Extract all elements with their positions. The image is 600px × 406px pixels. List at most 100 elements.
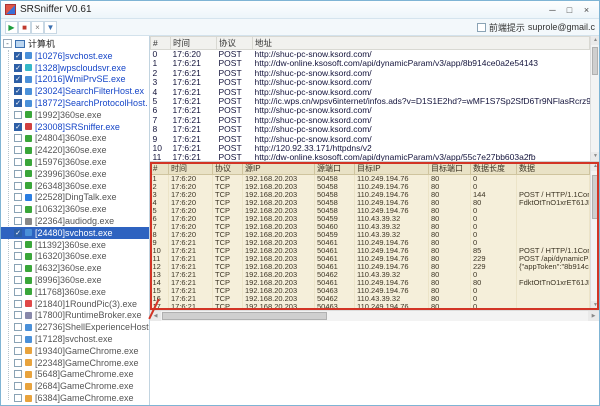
- hint-checkbox[interactable]: [477, 23, 486, 32]
- column-header[interactable]: 源端口: [315, 163, 355, 175]
- table-row[interactable]: 717:6:20TCP192.168.20.20350460110.43.39.…: [151, 223, 590, 231]
- process-checkbox[interactable]: [14, 276, 22, 284]
- table-row[interactable]: 1117:6:21TCP192.168.20.20350461110.249.1…: [151, 255, 590, 263]
- process-checkbox[interactable]: [14, 217, 22, 225]
- process-tree-item[interactable]: [6384]GameChrome.exe: [1, 392, 149, 404]
- process-checkbox[interactable]: [14, 252, 22, 260]
- process-checkbox[interactable]: [14, 335, 22, 343]
- process-checkbox[interactable]: [14, 347, 22, 355]
- table-row[interactable]: 917:6:21POSThttp://shuc-pc-snow.ksord.co…: [151, 135, 590, 144]
- column-header[interactable]: 目标IP: [355, 163, 429, 175]
- table-row[interactable]: 217:6:20TCP192.168.20.20350458110.249.19…: [151, 183, 590, 191]
- table-row[interactable]: 417:6:21POSThttp://shuc-pc-snow.ksord.co…: [151, 88, 590, 97]
- process-checkbox[interactable]: [14, 323, 22, 331]
- process-tree-item[interactable]: [8996]360se.exe: [1, 274, 149, 286]
- table-row[interactable]: 1717:6:21TCP192.168.20.20350463110.249.1…: [151, 303, 590, 310]
- scroll-down-icon[interactable]: ▼: [591, 152, 599, 161]
- tree-expander-icon[interactable]: -: [3, 39, 12, 48]
- column-header[interactable]: #: [151, 37, 171, 50]
- process-tree-item[interactable]: [2684]GameChrome.exe: [1, 380, 149, 392]
- process-tree-item[interactable]: ✓ [1328]wpscloudsvr.exe: [1, 62, 149, 74]
- tree-root[interactable]: - 计算机: [1, 37, 149, 50]
- process-tree-item[interactable]: [15976]360se.exe: [1, 156, 149, 168]
- table-row[interactable]: 917:6:21TCP192.168.20.20350461110.249.19…: [151, 239, 590, 247]
- process-tree-item[interactable]: [22348]GameChrome.exe: [1, 357, 149, 369]
- table-row[interactable]: 017:6:20POSThttp://shuc-pc-snow.ksord.co…: [151, 50, 590, 60]
- process-tree-item[interactable]: [22736]ShellExperienceHost: [1, 321, 149, 333]
- process-tree-item[interactable]: ✓ [24480]svchost.exe: [1, 227, 149, 239]
- process-tree-item[interactable]: [5648]GameChrome.exe: [1, 369, 149, 381]
- requests-scrollbar[interactable]: ▲ ▼: [590, 36, 599, 161]
- scroll-thumb[interactable]: [592, 175, 598, 219]
- process-checkbox[interactable]: [14, 134, 22, 142]
- column-header[interactable]: 数据长度: [471, 163, 517, 175]
- table-row[interactable]: 1517:6:21TCP192.168.20.20350463110.249.1…: [151, 287, 590, 295]
- process-checkbox[interactable]: [14, 241, 22, 249]
- process-tree-item[interactable]: ✓ [10276]svchost.exe: [1, 50, 149, 62]
- table-row[interactable]: 1617:6:21TCP192.168.20.20350462110.43.39…: [151, 295, 590, 303]
- table-row[interactable]: 317:6:21POSThttp://shuc-pc-snow.ksord.co…: [151, 78, 590, 87]
- stop-capture-icon[interactable]: ■: [18, 21, 31, 34]
- column-header[interactable]: #: [151, 163, 169, 175]
- process-checkbox[interactable]: [14, 382, 22, 390]
- clear-icon[interactable]: ×: [31, 21, 44, 34]
- scroll-down-icon[interactable]: ▼: [591, 301, 599, 310]
- process-tree-item[interactable]: [1992]360se.exe: [1, 109, 149, 121]
- table-row[interactable]: 417:6:20TCP192.168.20.20350458110.249.19…: [151, 199, 590, 207]
- packets-scrollbar[interactable]: ▲ ▼: [590, 162, 599, 310]
- process-checkbox[interactable]: [14, 300, 22, 308]
- minimize-button[interactable]: ─: [544, 5, 561, 15]
- scroll-right-icon[interactable]: ▶: [588, 311, 599, 321]
- process-checkbox[interactable]: ✓: [14, 123, 22, 131]
- table-row[interactable]: 517:6:21POSThttp://ic.wps.cn/wpsv6intern…: [151, 97, 590, 106]
- process-checkbox[interactable]: ✓: [14, 52, 22, 60]
- scroll-up-icon[interactable]: ▲: [591, 36, 599, 45]
- process-tree-item[interactable]: [22364]audiodg.exe: [1, 215, 149, 227]
- table-row[interactable]: 717:6:21POSThttp://shuc-pc-snow.ksord.co…: [151, 116, 590, 125]
- process-checkbox[interactable]: [14, 288, 22, 296]
- process-tree-item[interactable]: [17800]RuntimeBroker.exe: [1, 310, 149, 322]
- column-header[interactable]: 地址: [253, 37, 590, 50]
- table-row[interactable]: 117:6:21POSThttp://dw-online.ksosoft.com…: [151, 59, 590, 68]
- process-checkbox[interactable]: ✓: [14, 99, 22, 107]
- table-row[interactable]: 517:6:20TCP192.168.20.20350458110.249.19…: [151, 207, 590, 215]
- process-checkbox[interactable]: [14, 205, 22, 213]
- table-row[interactable]: 1017:6:21TCP192.168.20.20350461110.249.1…: [151, 247, 590, 255]
- table-row[interactable]: 617:6:20TCP192.168.20.20350459110.43.39.…: [151, 215, 590, 223]
- process-tree-item[interactable]: ✓ [18772]SearchProtocolHost.: [1, 97, 149, 109]
- process-checkbox[interactable]: [14, 311, 22, 319]
- column-header[interactable]: 源IP: [243, 163, 315, 175]
- maximize-button[interactable]: □: [561, 5, 578, 15]
- process-checkbox[interactable]: ✓: [14, 75, 22, 83]
- scroll-thumb[interactable]: [592, 47, 598, 75]
- horizontal-scrollbar[interactable]: ◀ ▶: [150, 310, 599, 321]
- process-tree-item[interactable]: [4632]360se.exe: [1, 262, 149, 274]
- save-icon[interactable]: ▼: [44, 21, 57, 34]
- start-capture-icon[interactable]: ▶: [5, 21, 18, 34]
- process-tree-item[interactable]: [23996]360se.exe: [1, 168, 149, 180]
- column-header[interactable]: 协议: [217, 37, 253, 50]
- process-checkbox[interactable]: [14, 359, 22, 367]
- process-checkbox[interactable]: [14, 111, 22, 119]
- process-tree-item[interactable]: [17128]svchost.exe: [1, 333, 149, 345]
- table-row[interactable]: 1117:6:21POSThttp://dw-online.ksosoft.co…: [151, 153, 590, 162]
- column-header[interactable]: 协议: [213, 163, 243, 175]
- process-tree-item[interactable]: [24804]360se.exe: [1, 133, 149, 145]
- table-row[interactable]: 317:6:20TCP192.168.20.20350458110.249.19…: [151, 191, 590, 199]
- process-tree-item[interactable]: ✓ [12016]WmiPrvSE.exe: [1, 74, 149, 86]
- process-tree-item[interactable]: [22528]DingTalk.exe: [1, 192, 149, 204]
- table-row[interactable]: 1317:6:21TCP192.168.20.20350462110.43.39…: [151, 271, 590, 279]
- process-tree-item[interactable]: [11392]360se.exe: [1, 239, 149, 251]
- table-row[interactable]: 1417:6:21TCP192.168.20.20350461110.249.1…: [151, 279, 590, 287]
- process-tree-item[interactable]: [19340]GameChrome.exe: [1, 345, 149, 357]
- column-header[interactable]: 时间: [171, 37, 217, 50]
- table-row[interactable]: 217:6:21POSThttp://shuc-pc-snow.ksord.co…: [151, 69, 590, 78]
- scroll-thumb[interactable]: [162, 312, 327, 320]
- process-tree-item[interactable]: [21840]1RoundPic(3).exe: [1, 298, 149, 310]
- table-row[interactable]: 617:6:21POSThttp://shuc-pc-snow.ksord.co…: [151, 106, 590, 115]
- process-tree-item[interactable]: ✓ [23008]SRSniffer.exe: [1, 121, 149, 133]
- column-header[interactable]: 时间: [169, 163, 213, 175]
- process-tree-item[interactable]: [26348]360se.exe: [1, 180, 149, 192]
- table-row[interactable]: 1017:6:21POSThttp://120.92.33.171/httpdn…: [151, 144, 590, 153]
- process-tree-item[interactable]: ✓ [23024]SearchFilterHost.ex: [1, 85, 149, 97]
